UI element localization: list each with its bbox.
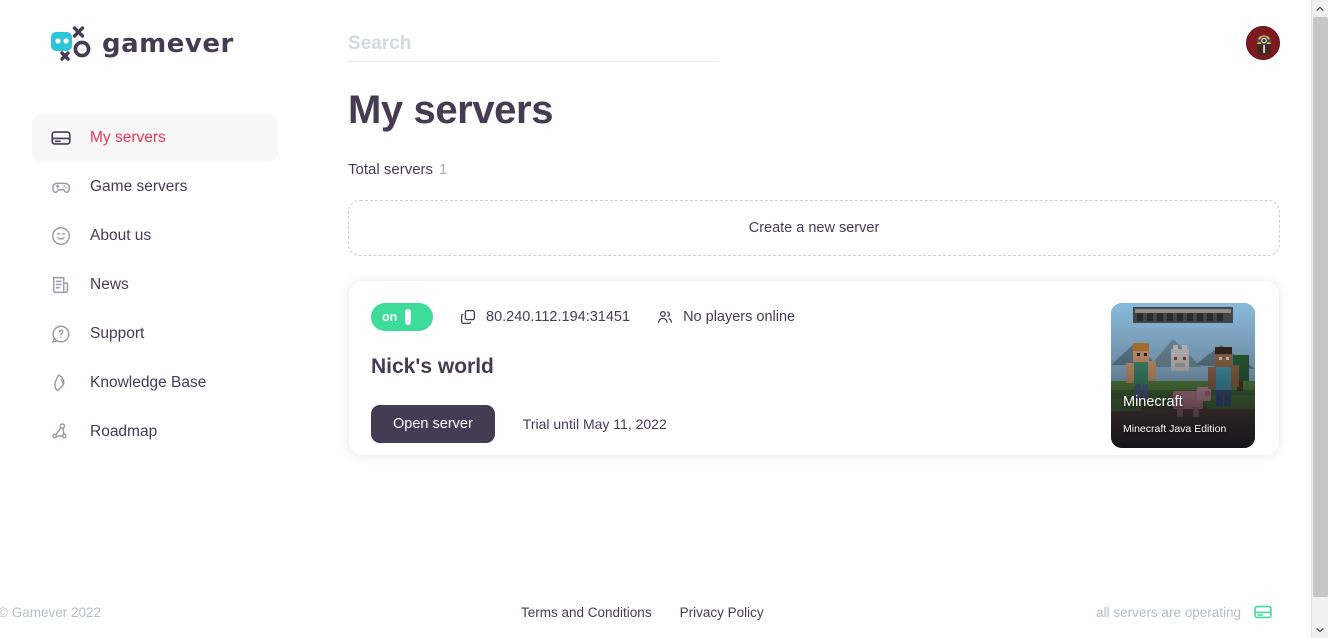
sidebar: gamever My servers Game servers About us… xyxy=(0,0,310,638)
gamepad-icon xyxy=(50,176,72,198)
server-meta-row: on 80.240.112.194:31451 No players onlin… xyxy=(371,303,1111,331)
avatar[interactable] xyxy=(1246,26,1280,60)
total-servers-label: Total servers xyxy=(348,161,434,178)
privacy-link[interactable]: Privacy Policy xyxy=(680,605,764,620)
smiley-face-icon xyxy=(50,225,72,247)
game-thumbnail[interactable]: Minecraft Minecraft Java Edition xyxy=(1111,303,1255,448)
terms-link[interactable]: Terms and Conditions xyxy=(521,605,652,620)
question-chat-icon xyxy=(50,323,72,345)
search-field-wrapper xyxy=(348,33,718,62)
server-players-text: No players online xyxy=(683,309,796,325)
game-title: Minecraft xyxy=(1123,394,1183,410)
create-new-server-button[interactable]: Create a new server xyxy=(348,200,1280,256)
top-bar xyxy=(348,0,1280,62)
sidebar-item-label: Knowledge Base xyxy=(90,374,207,392)
sidebar-nav: My servers Game servers About us News Su… xyxy=(0,114,310,456)
scrollbar-thumb[interactable] xyxy=(1313,17,1328,597)
copy-icon[interactable] xyxy=(459,308,477,326)
sidebar-item-label: Game servers xyxy=(90,178,188,196)
main-content: My servers Total servers 1 Create a new s… xyxy=(0,0,1328,638)
server-address[interactable]: 80.240.112.194:31451 xyxy=(459,308,630,326)
server-card: on 80.240.112.194:31451 No players onlin… xyxy=(348,280,1280,456)
sidebar-item-roadmap[interactable]: Roadmap xyxy=(32,408,278,456)
app-root: gamever My servers Game servers About us… xyxy=(0,0,1328,638)
open-server-button[interactable]: Open server xyxy=(371,405,495,443)
server-actions: Open server Trial until May 11, 2022 xyxy=(371,405,1111,443)
sidebar-item-label: My servers xyxy=(90,129,166,147)
server-status-text: all servers are operating xyxy=(1096,604,1241,620)
server-address-text: 80.240.112.194:31451 xyxy=(486,309,631,325)
total-servers: Total servers 1 xyxy=(348,161,1280,178)
footer-links: Terms and Conditions Privacy Policy xyxy=(521,605,764,620)
server-card-details: on 80.240.112.194:31451 No players onlin… xyxy=(371,303,1111,455)
total-servers-count: 1 xyxy=(439,161,448,178)
sidebar-item-label: About us xyxy=(90,227,152,245)
scroll-down-arrow[interactable] xyxy=(1312,621,1328,638)
footer: © Gamever 2022 Terms and Conditions Priv… xyxy=(0,586,1311,638)
create-new-server-label: Create a new server xyxy=(748,220,880,236)
sidebar-item-about-us[interactable]: About us xyxy=(32,212,278,260)
book-icon xyxy=(50,372,72,394)
sidebar-item-game-servers[interactable]: Game servers xyxy=(32,163,278,211)
gamever-logo-icon xyxy=(50,25,92,63)
page-scrollbar[interactable] xyxy=(1311,0,1328,638)
sidebar-item-label: Roadmap xyxy=(90,423,158,441)
document-icon xyxy=(50,274,72,296)
toggle-knob xyxy=(405,309,412,325)
server-power-toggle[interactable]: on xyxy=(371,303,433,331)
server-status: all servers are operating xyxy=(1096,602,1273,622)
brand-logo[interactable]: gamever xyxy=(0,18,310,70)
search-input[interactable] xyxy=(348,33,718,55)
players-icon xyxy=(656,308,674,326)
sidebar-item-label: Support xyxy=(90,325,145,343)
game-edition: Minecraft Java Edition xyxy=(1123,423,1227,435)
server-trial-text: Trial until May 11, 2022 xyxy=(522,416,667,432)
server-players: No players online xyxy=(656,308,795,326)
sidebar-item-news[interactable]: News xyxy=(32,261,278,309)
server-name: Nick's world xyxy=(371,355,494,378)
sidebar-item-label: News xyxy=(90,276,129,294)
sidebar-item-support[interactable]: Support xyxy=(32,310,278,358)
brand-name: gamever xyxy=(102,29,234,59)
copyright-text: © Gamever 2022 xyxy=(0,604,101,620)
scroll-up-arrow[interactable] xyxy=(1312,0,1328,17)
page-title: My servers xyxy=(348,88,554,132)
sidebar-item-knowledge-base[interactable]: Knowledge Base xyxy=(32,359,278,407)
network-nodes-icon xyxy=(50,421,72,443)
sidebar-item-my-servers[interactable]: My servers xyxy=(32,114,278,162)
server-status-icon xyxy=(1253,602,1273,622)
server-icon xyxy=(50,127,72,149)
server-power-state: on xyxy=(382,310,398,324)
